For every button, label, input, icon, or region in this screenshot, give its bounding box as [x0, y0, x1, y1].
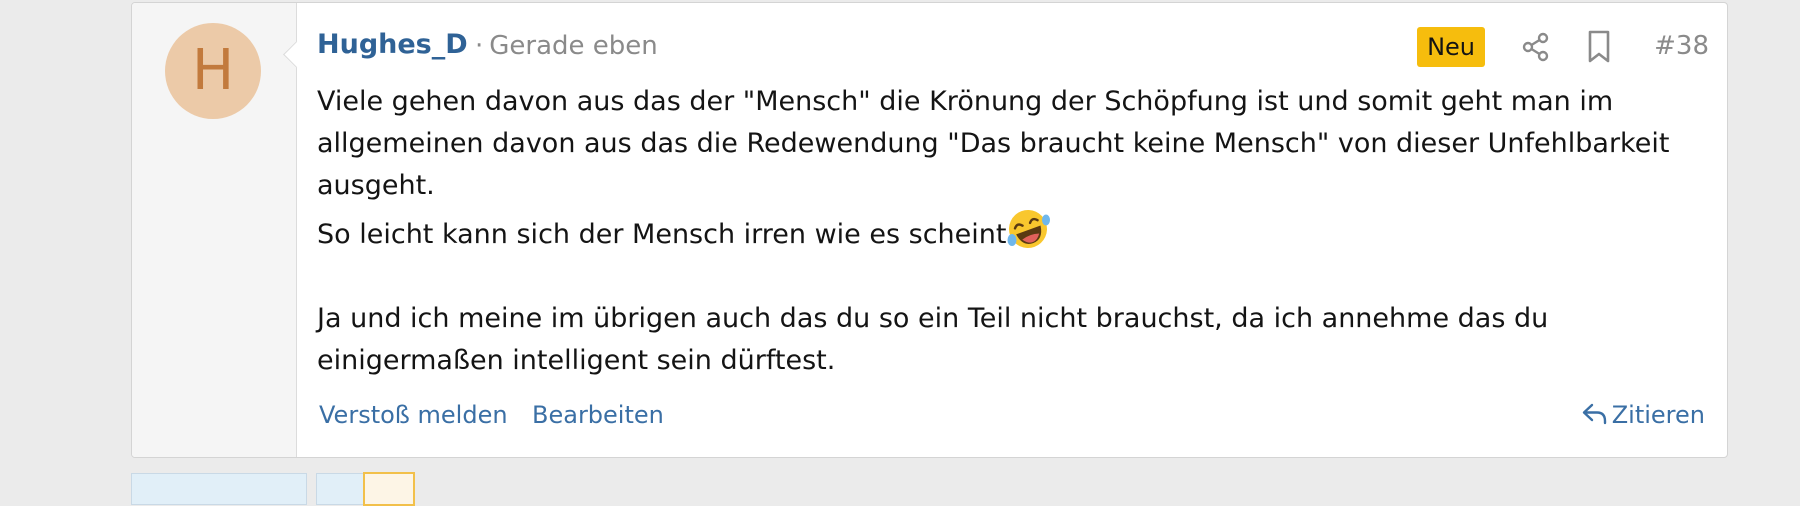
pagination-button[interactable] [316, 473, 364, 505]
edit-link[interactable]: Bearbeiten [532, 401, 664, 429]
time-separator: · [475, 31, 484, 61]
post-footer: Verstoß melden Bearbeiten Zitieren [319, 401, 1705, 435]
share-icon[interactable] [1520, 31, 1552, 63]
reply-icon [1582, 403, 1606, 425]
post-body: Viele gehen davon aus das der "Mensch" d… [317, 81, 1711, 382]
post-paragraph-1: Viele gehen davon aus das der "Mensch" d… [317, 86, 1670, 201]
pagination-button-active[interactable] [363, 472, 415, 506]
avatar[interactable]: H [165, 23, 261, 119]
post-header: Hughes_D · Gerade eben Neu #38 [317, 25, 1709, 69]
rofl-emoji-icon [1007, 210, 1051, 248]
post-number-link[interactable]: #38 [1654, 31, 1709, 61]
new-badge: Neu [1417, 27, 1485, 67]
post-time[interactable]: · Gerade eben [475, 31, 658, 61]
quote-label: Zitieren [1611, 401, 1705, 429]
post-card: H Hughes_D · Gerade eben Neu #38 Viele ge… [131, 2, 1728, 458]
post-paragraph-2-text: So leicht kann sich der Mensch irren wie… [317, 219, 1007, 250]
report-link[interactable]: Verstoß melden [319, 401, 508, 429]
post-paragraph-3: Ja und ich meine im übrigen auch das du … [317, 303, 1549, 376]
bookmark-icon[interactable] [1584, 30, 1614, 64]
username-link[interactable]: Hughes_D [317, 29, 468, 60]
user-column: H [132, 3, 297, 457]
quote-button[interactable]: Zitieren [1582, 401, 1705, 429]
pagination-button[interactable] [131, 473, 307, 505]
time-label: Gerade eben [489, 31, 658, 61]
post-paragraph-2: So leicht kann sich der Mensch irren wie… [317, 207, 1711, 256]
